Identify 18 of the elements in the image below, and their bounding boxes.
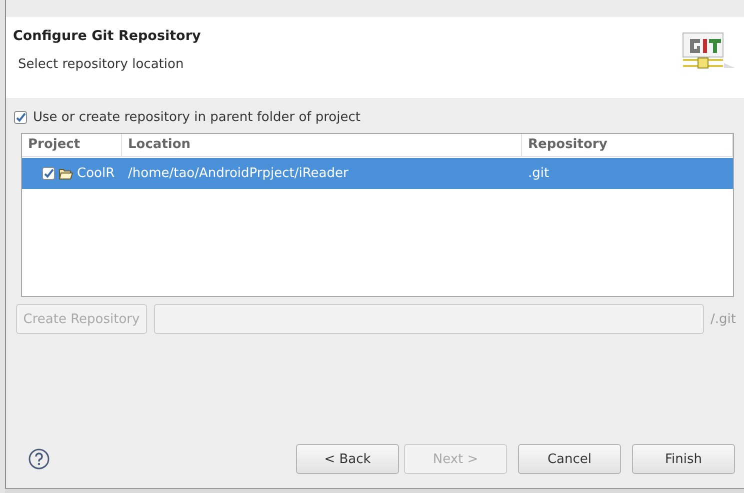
column-header[interactable]: Repository — [522, 134, 733, 156]
column-header[interactable]: Project — [22, 134, 122, 156]
folder-icon — [59, 168, 73, 180]
table-cell: CoolR — [77, 166, 115, 181]
dialog-subtitle: Select repository location — [18, 57, 185, 72]
table-cell: .git — [528, 166, 550, 181]
checkbox-label[interactable]: Use or create repository in parent folder of project — [33, 110, 360, 124]
wizard-button[interactable]: < Back — [296, 444, 399, 474]
checkbox[interactable] — [42, 167, 55, 180]
column-header[interactable]: Location — [122, 134, 522, 156]
dialog-title: Configure Git Repository — [13, 28, 201, 44]
wizard-button[interactable]: Cancel — [518, 444, 621, 474]
checkbox[interactable] — [14, 110, 27, 124]
help-icon[interactable] — [28, 448, 50, 470]
path-suffix: /.git — [710, 312, 736, 326]
wizard-button[interactable]: Finish — [632, 444, 735, 474]
table-row[interactable]: CoolR /home/tao/AndroidPrpject/iReader .git — [22, 158, 733, 189]
table-cell: /home/tao/AndroidPrpject/iReader — [128, 166, 348, 181]
